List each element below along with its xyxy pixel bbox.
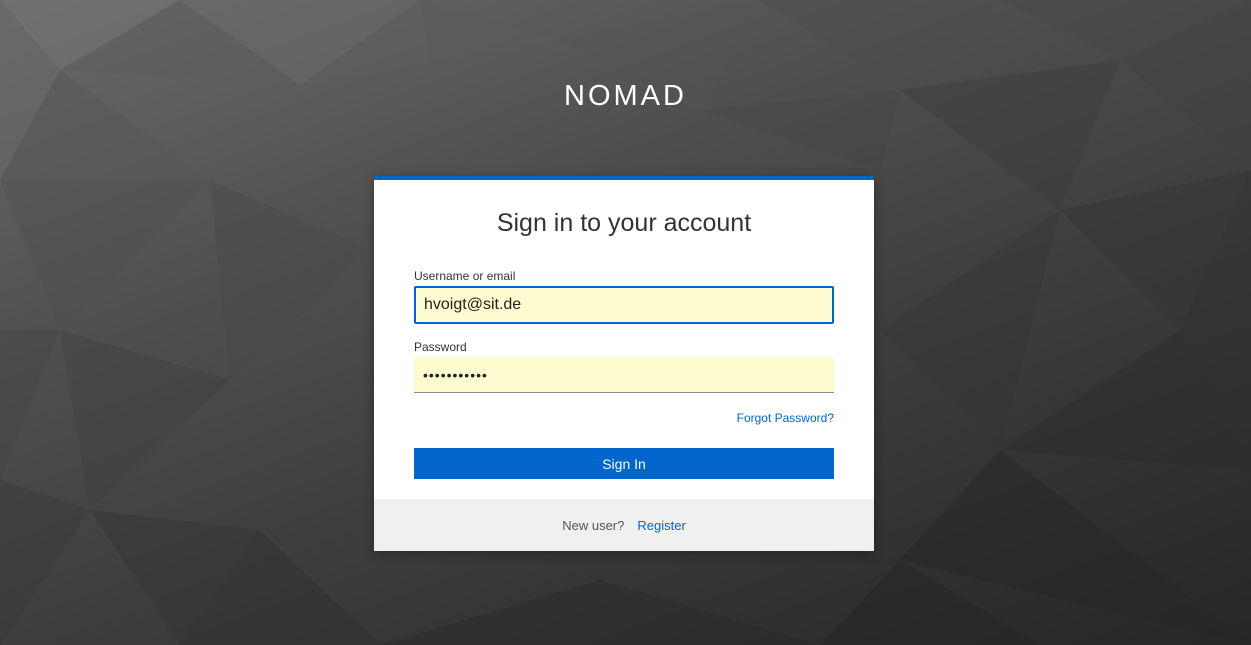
register-link[interactable]: Register bbox=[637, 518, 685, 533]
sign-in-button[interactable]: Sign In bbox=[414, 448, 834, 479]
username-input[interactable] bbox=[414, 286, 834, 324]
login-card: Sign in to your account Username or emai… bbox=[374, 176, 874, 551]
forgot-password-link[interactable]: Forgot Password? bbox=[737, 411, 834, 425]
new-user-text: New user? bbox=[562, 517, 625, 533]
brand-title: NOMAD bbox=[564, 80, 687, 112]
password-label: Password bbox=[414, 340, 467, 354]
username-label: Username or email bbox=[414, 269, 516, 283]
card-footer: New user? Register bbox=[374, 499, 874, 551]
page-title: Sign in to your account bbox=[496, 209, 752, 237]
password-input[interactable] bbox=[414, 357, 834, 393]
